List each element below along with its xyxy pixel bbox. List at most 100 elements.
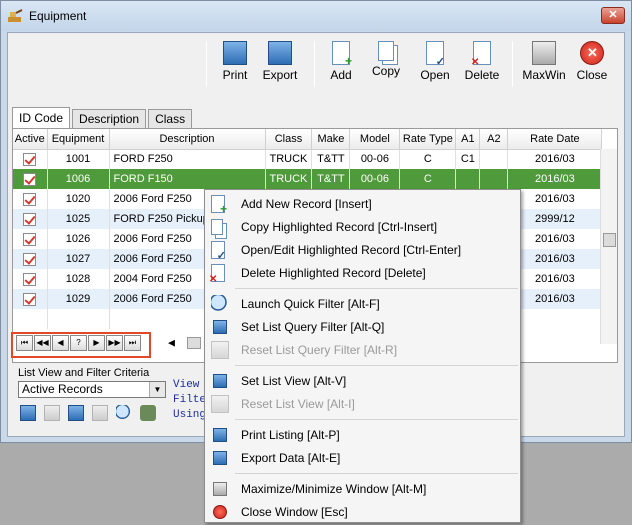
table-cell: 1025: [47, 209, 110, 229]
table-cell: 1001: [47, 149, 110, 169]
table-cell: 2016/03: [507, 229, 603, 249]
filter-summary-line: Using: [173, 409, 207, 421]
menu-item-label: Add New Record [Insert]: [241, 196, 372, 211]
close-icon: ✕: [580, 41, 604, 65]
column-header[interactable]: Class: [265, 129, 313, 150]
menu-item[interactable]: Launch Quick Filter [Alt-F]: [205, 293, 520, 314]
open-record-icon: [211, 240, 226, 262]
column-header[interactable]: Rate Type: [399, 129, 457, 150]
delete-button[interactable]: Delete: [464, 41, 500, 89]
menu-item: Reset List Query Filter [Alt-R]: [205, 339, 520, 360]
query-filter-icon[interactable]: [68, 405, 84, 421]
column-header[interactable]: A2: [479, 129, 509, 150]
prev-page-button[interactable]: ◀◀: [34, 335, 51, 351]
first-record-button[interactable]: ⏮: [16, 335, 33, 351]
vertical-scrollbar[interactable]: [600, 149, 617, 344]
menu-item[interactable]: Close Window [Esc]: [205, 501, 520, 522]
help-button[interactable]: ?: [70, 335, 87, 351]
menu-item[interactable]: Export Data [Alt-E]: [205, 447, 520, 468]
chevron-down-icon[interactable]: ▼: [149, 382, 165, 397]
table-row[interactable]: 1006 FORD F150 TRUCK T&TT 00-06 C 2016/03: [13, 169, 603, 189]
menu-item[interactable]: Delete Highlighted Record [Delete]: [205, 262, 520, 285]
delete-label: Delete: [464, 68, 500, 82]
list-view-selected: Active Records: [22, 382, 103, 396]
table-cell: TRUCK: [265, 169, 313, 189]
table-row[interactable]: 1001 FORD F250 TRUCK T&TT 00-06 C C1 2016/03: [13, 149, 603, 169]
list-view-icon[interactable]: [20, 405, 36, 421]
active-checkbox[interactable]: [23, 152, 37, 166]
menu-item[interactable]: Maximize/Minimize Window [Alt-M]: [205, 478, 520, 499]
active-cell[interactable]: [13, 209, 48, 229]
active-checkbox[interactable]: [23, 292, 37, 306]
print-button[interactable]: Print: [218, 41, 252, 89]
tab-class[interactable]: Class: [148, 109, 193, 129]
database-icon[interactable]: [140, 405, 156, 421]
column-header[interactable]: Make: [311, 129, 351, 150]
tab-strip: ID Code Description Class: [12, 107, 194, 129]
column-header[interactable]: Model: [349, 129, 401, 150]
maxwin-button[interactable]: MaxWin: [522, 41, 566, 89]
window-close-button[interactable]: ✕: [601, 7, 625, 24]
active-cell[interactable]: [13, 249, 48, 269]
quick-filter-icon[interactable]: [116, 405, 132, 421]
app-icon: [7, 9, 23, 23]
scroll-left-icon[interactable]: ◀: [168, 337, 175, 347]
tab-id-code[interactable]: ID Code: [12, 107, 71, 129]
menu-item[interactable]: Print Listing [Alt-P]: [205, 424, 520, 445]
active-checkbox[interactable]: [23, 192, 37, 206]
active-cell[interactable]: [13, 229, 48, 249]
open-icon: [426, 41, 445, 68]
active-cell[interactable]: [13, 269, 48, 289]
print-icon: [223, 41, 247, 65]
export-icon: [213, 450, 227, 465]
menu-item-label: Reset List View [Alt-I]: [241, 396, 355, 411]
active-cell[interactable]: [13, 289, 48, 309]
open-button[interactable]: Open: [418, 41, 452, 89]
next-page-button[interactable]: ▶▶: [106, 335, 123, 351]
active-cell[interactable]: [13, 189, 48, 209]
reset-filter-icon: [211, 340, 229, 359]
close-button[interactable]: ✕ Close: [574, 41, 610, 89]
title-bar[interactable]: Equipment ✕: [1, 1, 631, 31]
column-header[interactable]: Description: [109, 129, 266, 150]
reset-view-icon[interactable]: [44, 405, 60, 421]
menu-item[interactable]: Copy Highlighted Record [Ctrl-Insert]: [205, 216, 520, 237]
maximize-icon: [213, 481, 227, 496]
prev-record-button[interactable]: ◀: [52, 335, 69, 351]
reset-filter-icon[interactable]: [92, 405, 108, 421]
open-label: Open: [420, 68, 450, 82]
add-button[interactable]: Add: [326, 41, 356, 89]
export-button[interactable]: Export: [260, 41, 300, 89]
active-checkbox[interactable]: [23, 252, 37, 266]
table-cell: T&TT: [311, 149, 351, 169]
menu-item[interactable]: Set List View [Alt-V]: [205, 370, 520, 391]
menu-item-label: Open/Edit Highlighted Record [Ctrl-Enter…: [241, 242, 462, 257]
column-header[interactable]: A1: [455, 129, 481, 150]
hscroll-thumb[interactable]: [187, 337, 202, 349]
menu-item-label: Copy Highlighted Record [Ctrl-Insert]: [241, 219, 438, 234]
menu-item[interactable]: Add New Record [Insert]: [205, 193, 520, 216]
add-record-icon: [211, 194, 227, 216]
column-header[interactable]: Rate Date: [507, 129, 603, 150]
toolbar-separator: [314, 41, 315, 87]
scrollbar-thumb[interactable]: [603, 233, 616, 247]
next-record-button[interactable]: ▶: [88, 335, 105, 351]
close-label: Close: [576, 68, 608, 82]
column-header[interactable]: Equipment: [47, 129, 110, 150]
active-cell[interactable]: [13, 149, 48, 169]
list-view-select[interactable]: Active Records ▼: [18, 381, 166, 398]
active-checkbox[interactable]: [23, 232, 37, 246]
active-checkbox[interactable]: [23, 212, 37, 226]
tab-description[interactable]: Description: [72, 109, 147, 129]
table-cell: 1020: [47, 189, 110, 209]
active-checkbox[interactable]: [23, 172, 37, 186]
active-cell[interactable]: [13, 169, 48, 189]
copy-button[interactable]: Copy: [370, 41, 402, 89]
menu-item[interactable]: Set List Query Filter [Alt-Q]: [205, 316, 520, 337]
last-record-button[interactable]: ⏭: [124, 335, 141, 351]
menu-separator: [235, 419, 518, 420]
menu-item[interactable]: Open/Edit Highlighted Record [Ctrl-Enter…: [205, 239, 520, 262]
active-checkbox[interactable]: [23, 272, 37, 286]
column-header[interactable]: Active: [13, 129, 48, 150]
toolbar: Print Export Add Copy Open Delete: [8, 33, 624, 93]
